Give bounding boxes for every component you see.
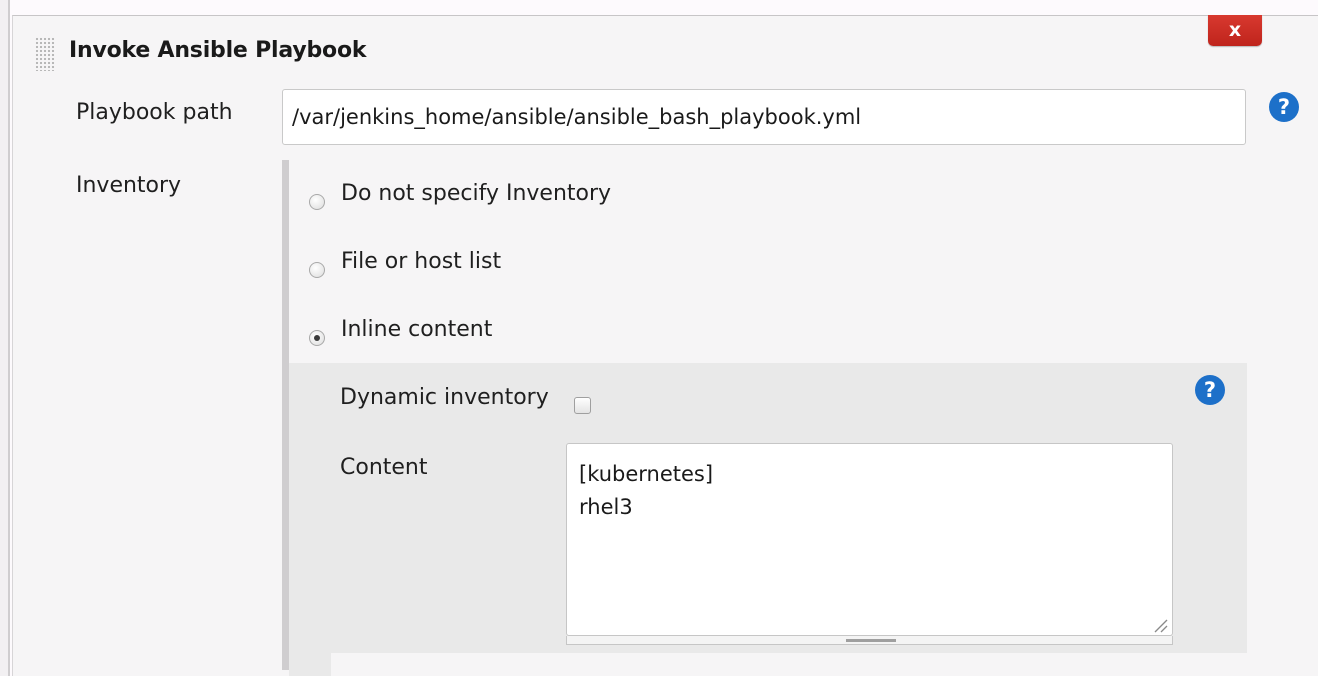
expand-handle-grip: [846, 639, 896, 642]
radio-inline-content-label[interactable]: Inline content: [341, 317, 492, 342]
radio-inline-content[interactable]: [309, 330, 325, 346]
ansible-step-editor: Invoke Ansible Playbook x Playbook path …: [0, 0, 1318, 676]
playbook-path-label: Playbook path: [76, 100, 233, 125]
delete-step-button[interactable]: x: [1208, 15, 1262, 46]
drag-handle-icon[interactable]: [35, 37, 55, 71]
inline-content-panel-tail: [289, 653, 331, 676]
inventory-content-textarea[interactable]: [kubernetes] rhel3: [566, 443, 1173, 636]
inventory-help-icon[interactable]: ?: [1195, 375, 1225, 405]
resize-grip-icon[interactable]: [1151, 617, 1169, 633]
playbook-help-icon[interactable]: ?: [1269, 92, 1299, 122]
dynamic-inventory-label: Dynamic inventory: [340, 385, 549, 410]
inventory-section-bar: [282, 160, 289, 670]
inventory-label: Inventory: [76, 173, 182, 198]
content-label: Content: [340, 455, 428, 480]
left-rail: [0, 0, 10, 676]
playbook-path-input[interactable]: /var/jenkins_home/ansible/ansible_bash_p…: [282, 89, 1246, 145]
step-title: Invoke Ansible Playbook: [69, 38, 367, 63]
dynamic-inventory-checkbox[interactable]: [574, 397, 591, 414]
textarea-expand-handle[interactable]: [566, 636, 1173, 645]
radio-no-inventory[interactable]: [309, 194, 325, 210]
radio-no-inventory-label[interactable]: Do not specify Inventory: [341, 181, 611, 206]
radio-file-host-list[interactable]: [309, 262, 325, 278]
radio-file-host-list-label[interactable]: File or host list: [341, 249, 501, 274]
